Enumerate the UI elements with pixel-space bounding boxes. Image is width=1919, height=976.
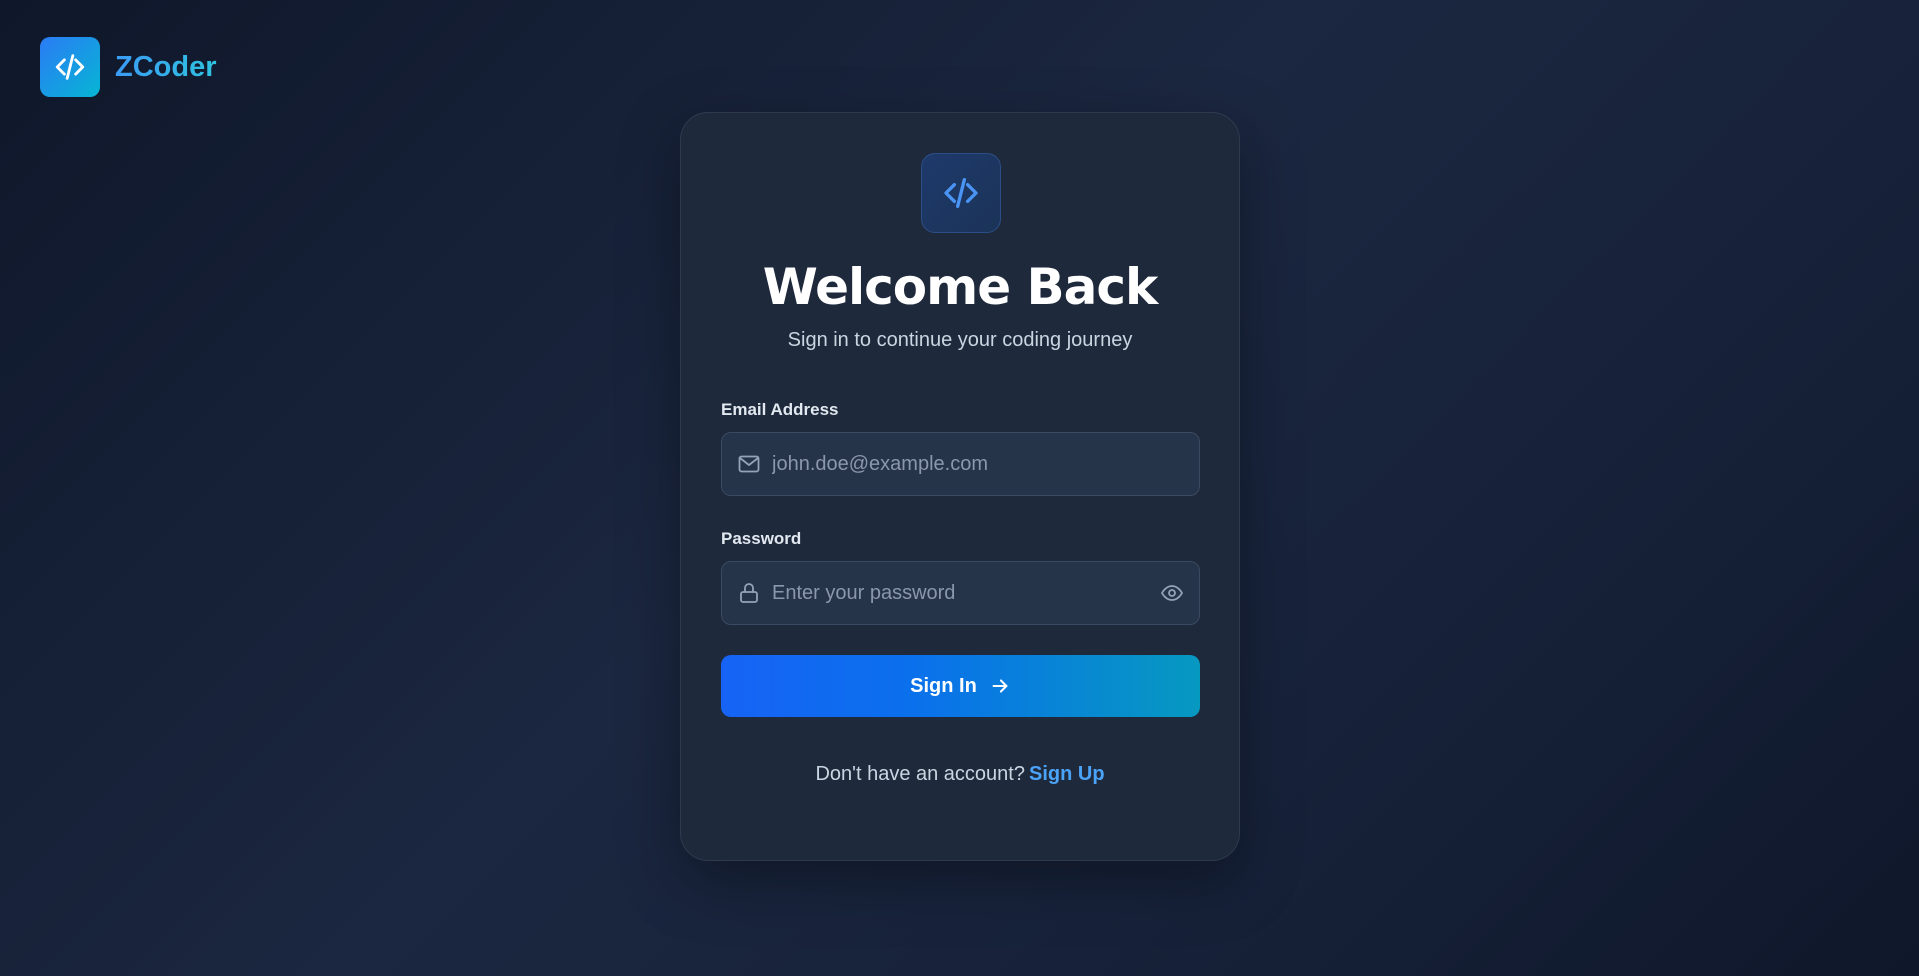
email-field[interactable] (721, 432, 1200, 496)
sign-up-link[interactable]: Sign Up (1029, 763, 1105, 785)
sign-in-button[interactable]: Sign In (721, 655, 1200, 717)
password-field[interactable] (721, 561, 1200, 625)
eye-icon[interactable] (1159, 580, 1185, 606)
login-card: Welcome Back Sign in to continue your co… (680, 112, 1240, 861)
signup-prompt-text: Don't have an account? (815, 763, 1025, 785)
arrow-right-icon (989, 675, 1011, 697)
code-icon (40, 37, 100, 97)
signup-prompt: Don't have an account? Sign Up (681, 763, 1239, 786)
email-label: Email Address (721, 400, 839, 419)
brand-name: ZCoder (115, 50, 217, 83)
password-input[interactable] (772, 581, 1159, 605)
password-label: Password (721, 529, 802, 548)
brand[interactable]: ZCoder (40, 37, 217, 97)
lock-icon (736, 580, 762, 606)
page-title: Welcome Back (762, 258, 1159, 316)
sign-in-label: Sign In (910, 674, 977, 697)
page-subtitle: Sign in to continue your coding journey (787, 329, 1133, 351)
email-input[interactable] (772, 452, 1185, 476)
mail-icon (736, 451, 762, 477)
code-icon (921, 153, 1001, 233)
